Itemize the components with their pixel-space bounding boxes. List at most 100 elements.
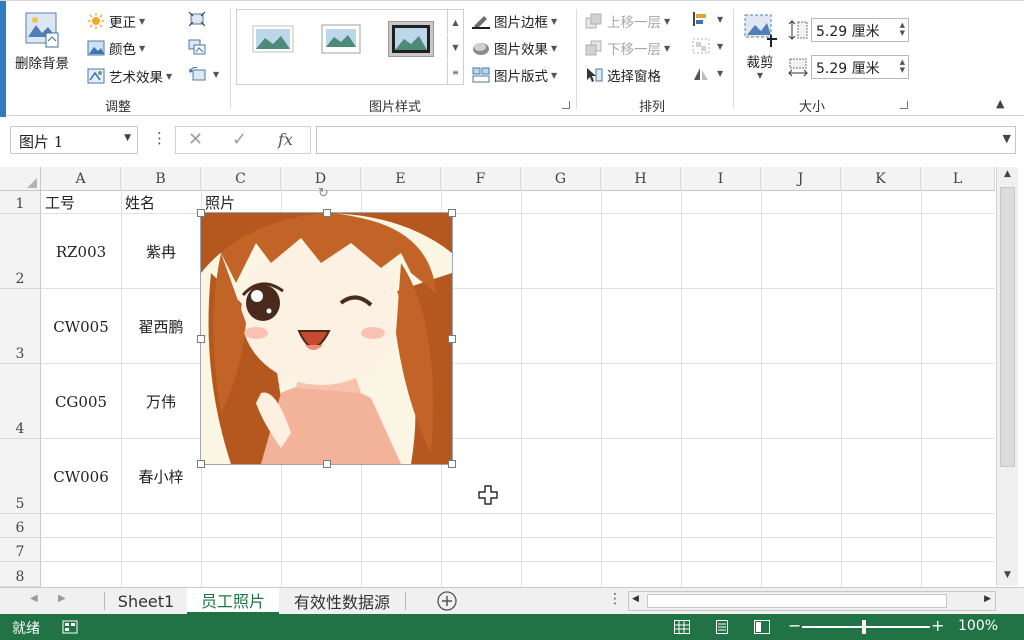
zoom-slider-thumb[interactable] <box>862 620 866 634</box>
picture-effects-button[interactable]: 图片效果 ▼ <box>472 38 557 58</box>
remove-background-button[interactable]: 删除背景 <box>10 9 74 73</box>
insert-function-button[interactable]: fx <box>278 130 293 149</box>
sheet-tab-employee-photos[interactable]: 员工照片 <box>187 588 279 614</box>
formula-input[interactable]: ▼ <box>316 126 1016 154</box>
chevron-down-icon[interactable]: ▼ <box>124 133 131 143</box>
tab-scroll-left-icon[interactable]: ◀ <box>30 593 38 604</box>
scroll-left-arrow[interactable]: ◀ <box>632 594 639 604</box>
column-header-l[interactable]: L <box>921 167 995 191</box>
cell-b5[interactable]: 春小梓 <box>121 439 201 514</box>
change-picture-button[interactable] <box>188 39 210 55</box>
sheet-tab-sheet1[interactable]: Sheet1 <box>108 588 184 614</box>
page-layout-view-icon[interactable] <box>714 620 730 634</box>
column-header-e[interactable]: E <box>361 167 441 191</box>
cell-a1[interactable]: 工号 <box>41 191 121 214</box>
scroll-right-arrow[interactable]: ▶ <box>984 594 991 604</box>
gallery-more[interactable]: ≡ <box>447 60 463 84</box>
enter-icon[interactable]: ✓ <box>232 129 247 150</box>
scroll-up-arrow[interactable]: ▲ <box>997 169 1018 179</box>
picture-layout-button[interactable]: 图片版式 ▼ <box>472 65 557 85</box>
size-dialog-launcher[interactable] <box>900 101 908 109</box>
spinner-arrows[interactable]: ▲ ▼ <box>900 58 905 74</box>
page-break-view-icon[interactable] <box>754 620 770 634</box>
horizontal-scrollbar[interactable]: ◀ ▶ <box>628 591 996 611</box>
shape-height-input[interactable]: 5.29 厘米 ▲ ▼ <box>811 18 909 42</box>
picture-style-option-1[interactable] <box>251 22 295 56</box>
row-header-1[interactable]: 1 <box>0 191 41 214</box>
picture-border-button[interactable]: 图片边框 ▼ <box>472 11 557 31</box>
resize-handle[interactable] <box>448 209 456 217</box>
add-sheet-icon[interactable] <box>436 590 458 612</box>
spinner-arrows[interactable]: ▲ ▼ <box>900 21 905 37</box>
gallery-scroll-down[interactable]: ▼ <box>447 35 463 59</box>
cell-b4[interactable]: 万伟 <box>121 364 201 439</box>
collapse-ribbon-button[interactable]: ▲ <box>996 97 1004 110</box>
picture-styles-dialog-launcher[interactable] <box>562 101 570 109</box>
gallery-scroll-up[interactable]: ▲ <box>447 10 463 34</box>
cell-c1[interactable]: 照片 <box>201 191 281 214</box>
column-header-k[interactable]: K <box>841 167 921 191</box>
vertical-scroll-thumb[interactable] <box>1000 187 1015 467</box>
zoom-slider[interactable] <box>802 620 930 634</box>
tab-scroll-right-icon[interactable]: ▶ <box>58 593 66 604</box>
zoom-in-button[interactable]: + <box>931 616 944 635</box>
shape-width-input[interactable]: 5.29 厘米 ▲ ▼ <box>811 55 909 79</box>
row-header-2[interactable]: 2 <box>0 214 41 289</box>
row-header-6[interactable]: 6 <box>0 514 41 538</box>
column-header-c[interactable]: C <box>201 167 281 191</box>
row-header-8[interactable]: 8 <box>0 562 41 587</box>
picture-style-option-3[interactable] <box>388 21 434 57</box>
resize-handle[interactable] <box>448 460 456 468</box>
resize-handle[interactable] <box>197 209 205 217</box>
row-header-5[interactable]: 5 <box>0 439 41 514</box>
group-objects-button[interactable]: ▼ <box>692 38 723 54</box>
zoom-out-button[interactable]: − <box>788 616 801 635</box>
normal-view-icon[interactable] <box>674 620 690 634</box>
cell-a5[interactable]: CW006 <box>41 439 121 514</box>
horizontal-scroll-thumb[interactable] <box>647 594 947 608</box>
resize-handle[interactable] <box>323 460 331 468</box>
column-header-b[interactable]: B <box>121 167 201 191</box>
name-box[interactable]: 图片 1 ▼ <box>10 126 138 154</box>
cell-b2[interactable]: 紫冉 <box>121 214 201 289</box>
cell-a4[interactable]: CG005 <box>41 364 121 439</box>
cancel-icon[interactable]: ✕ <box>188 129 203 150</box>
more-options-icon[interactable]: ⋮ <box>608 591 622 607</box>
selection-pane-button[interactable]: 选择窗格 <box>585 65 661 85</box>
reset-picture-button[interactable]: ▼ <box>188 66 219 82</box>
cell-a2[interactable]: RZ003 <box>41 214 121 289</box>
bring-forward-button[interactable]: 上移一层 ▼ <box>585 11 670 31</box>
column-header-i[interactable]: I <box>681 167 761 191</box>
column-header-f[interactable]: F <box>441 167 521 191</box>
resize-handle[interactable] <box>197 335 205 343</box>
cell-b3[interactable]: 翟西鹏 <box>121 289 201 364</box>
align-button[interactable]: ▼ <box>692 11 723 27</box>
column-header-a[interactable]: A <box>41 167 121 191</box>
resize-handle[interactable] <box>323 209 331 217</box>
resize-handle[interactable] <box>448 335 456 343</box>
picture-style-option-2[interactable] <box>319 22 363 56</box>
rotate-handle-icon[interactable]: ↻ <box>318 186 329 201</box>
vertical-scrollbar[interactable]: ▲ ▼ <box>996 167 1018 586</box>
cell-b1[interactable]: 姓名 <box>121 191 201 214</box>
macro-record-icon[interactable] <box>62 619 80 635</box>
row-header-7[interactable]: 7 <box>0 538 41 562</box>
resize-handle[interactable] <box>197 460 205 468</box>
rotate-button[interactable]: ▼ <box>692 65 723 81</box>
expand-formula-icon[interactable]: ▼ <box>1003 132 1011 145</box>
column-header-j[interactable]: J <box>761 167 841 191</box>
zoom-level[interactable]: 100% <box>958 618 998 634</box>
more-options-icon[interactable]: ⋮ <box>152 129 167 147</box>
column-header-h[interactable]: H <box>601 167 681 191</box>
send-backward-button[interactable]: 下移一层 ▼ <box>585 38 670 58</box>
corrections-button[interactable]: 更正 ▼ <box>87 11 145 31</box>
select-all-corner[interactable] <box>0 167 41 191</box>
color-button[interactable]: 颜色 ▼ <box>87 38 145 58</box>
sheet-tab-validation-source[interactable]: 有效性数据源 <box>282 588 402 614</box>
row-header-4[interactable]: 4 <box>0 364 41 439</box>
scroll-down-arrow[interactable]: ▼ <box>997 570 1018 580</box>
row-header-3[interactable]: 3 <box>0 289 41 364</box>
compress-pictures-button[interactable] <box>188 11 210 27</box>
employee-photo-picture[interactable] <box>200 212 453 465</box>
crop-button[interactable]: 裁剪 ▼ <box>740 9 780 87</box>
